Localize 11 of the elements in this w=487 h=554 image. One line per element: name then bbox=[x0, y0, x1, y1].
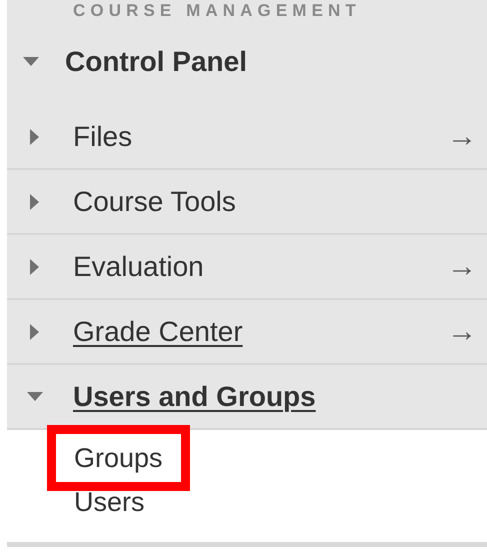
menu-item[interactable]: Grade Center bbox=[73, 310, 243, 352]
panel-title[interactable]: Control Panel bbox=[65, 40, 248, 82]
menu-item[interactable]: Files bbox=[73, 116, 132, 158]
menu-item[interactable]: Course Tools bbox=[73, 180, 236, 222]
submenu-item[interactable]: Groups bbox=[47, 424, 190, 492]
section-heading: COURSE MANAGEMENT bbox=[73, 2, 361, 19]
arrow-link[interactable]: → bbox=[447, 309, 477, 354]
arrow-link[interactable]: → bbox=[447, 244, 477, 289]
menu-item[interactable]: Evaluation bbox=[73, 246, 204, 288]
menu-item[interactable]: Users and Groups bbox=[73, 376, 316, 418]
arrow-link[interactable]: → bbox=[447, 114, 477, 159]
